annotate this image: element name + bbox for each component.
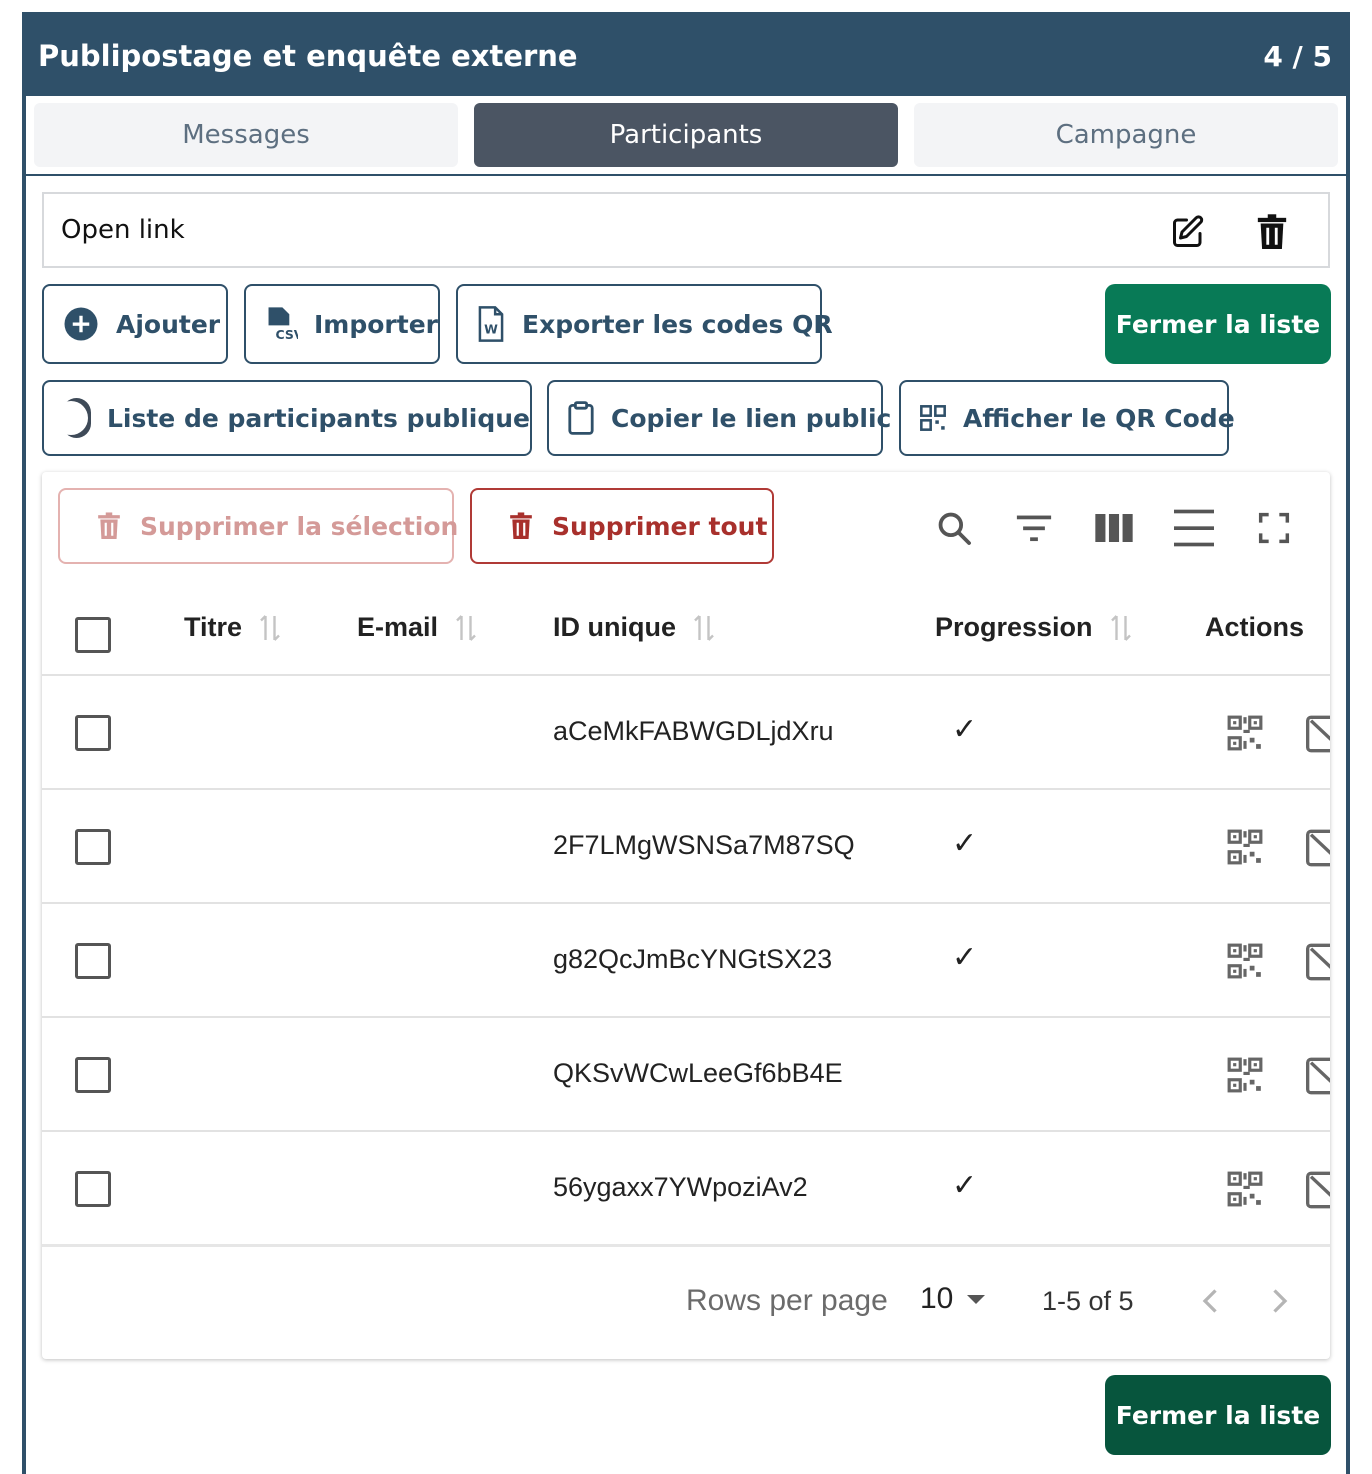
unique-id-cell: 56ygaxx7YWpoziAv2: [553, 1172, 808, 1202]
trash-icon: [96, 511, 122, 541]
caret-down-icon: [967, 1294, 986, 1304]
fullscreen-icon[interactable]: [1254, 508, 1294, 548]
column-header-id[interactable]: ID unique: [553, 612, 716, 643]
table-footer-divider: [42, 1244, 1330, 1247]
unique-id-cell: QKSvWCwLeeGf6bB4E: [553, 1058, 843, 1088]
wizard-panel: Publipostage et enquête externe 4 / 5 Me…: [22, 12, 1350, 1474]
edit-icon[interactable]: [1306, 714, 1330, 754]
list-name: Open link: [61, 215, 185, 245]
panel-header: Publipostage et enquête externe 4 / 5: [26, 16, 1346, 96]
edit-icon[interactable]: [1306, 1056, 1330, 1096]
list-name-bar: Open link: [42, 192, 1330, 268]
filter-icon[interactable]: [1014, 508, 1054, 548]
delete-all-button[interactable]: Supprimer tout: [470, 488, 774, 564]
sort-icon[interactable]: [692, 613, 716, 643]
chevron-left-icon[interactable]: [1198, 1286, 1224, 1324]
row-checkbox[interactable]: [75, 1171, 111, 1207]
unique-id-cell: g82QcJmBcYNGtSX23: [553, 944, 833, 974]
tab-divider: [26, 174, 1346, 176]
row-checkbox[interactable]: [75, 829, 111, 865]
density-icon[interactable]: [1174, 508, 1214, 548]
clipboard-icon: [567, 399, 595, 437]
unique-id-cell: aCeMkFABWGDLjdXru: [553, 716, 834, 746]
participants-table-card: Supprimer la sélection Supprimer tout Ti…: [42, 472, 1330, 1359]
svg-text:CSV: CSV: [275, 327, 298, 342]
row-divider: [42, 1130, 1330, 1132]
edit-icon[interactable]: [1306, 828, 1330, 868]
tab-messages[interactable]: Messages: [34, 103, 458, 167]
word-file-icon: W: [476, 305, 506, 343]
qr-code-icon[interactable]: [1226, 714, 1264, 752]
column-header-actions: Actions: [1205, 612, 1305, 642]
qr-code-icon[interactable]: [1226, 1056, 1264, 1094]
row-divider: [42, 788, 1330, 790]
step-indicator: 4 / 5: [1263, 39, 1332, 73]
copy-public-link-button[interactable]: Copier le lien public: [547, 380, 891, 456]
columns-icon[interactable]: [1094, 508, 1134, 548]
rows-per-page-label: Rows per page: [686, 1284, 888, 1317]
edit-icon[interactable]: [1168, 212, 1208, 252]
svg-text:W: W: [484, 322, 498, 337]
sort-icon[interactable]: [454, 613, 478, 643]
row-checkbox[interactable]: [75, 715, 111, 751]
row-checkbox[interactable]: [75, 943, 111, 979]
column-header-titre[interactable]: Titre: [184, 612, 282, 643]
select-all-checkbox[interactable]: [75, 617, 111, 653]
chevron-right-icon[interactable]: [1266, 1286, 1292, 1324]
progress-cell: ✓: [952, 940, 978, 975]
close-list-button-top[interactable]: Fermer la liste: [1105, 284, 1331, 364]
progress-cell: ✓: [952, 712, 978, 747]
public-list-toggle[interactable]: Liste de participants publique: [42, 380, 532, 456]
trash-icon: [508, 511, 534, 541]
edit-icon[interactable]: [1306, 942, 1330, 982]
plus-circle-icon: [62, 305, 100, 343]
sort-icon[interactable]: [258, 613, 282, 643]
qr-code-icon[interactable]: [1226, 1170, 1264, 1208]
column-header-progression[interactable]: Progression: [935, 612, 1133, 643]
export-qr-button[interactable]: W Exporter les codes QR: [456, 284, 833, 364]
progress-cell: ✓: [952, 1168, 978, 1203]
qr-code-icon[interactable]: [1226, 828, 1264, 866]
unique-id-cell: 2F7LMgWSNSa7M87SQ: [553, 830, 855, 860]
toggle-knob: [53, 401, 88, 435]
panel-title: Publipostage et enquête externe: [38, 39, 578, 73]
import-button[interactable]: CSV Importer: [244, 284, 440, 364]
trash-icon[interactable]: [1252, 212, 1292, 252]
progress-cell: ✓: [952, 826, 978, 861]
search-icon[interactable]: [934, 508, 974, 548]
qr-code-icon[interactable]: [1226, 942, 1264, 980]
row-divider: [42, 902, 1330, 904]
qr-code-icon: [919, 399, 947, 437]
add-button[interactable]: Ajouter: [42, 284, 228, 364]
toggle-switch[interactable]: [53, 398, 91, 438]
csv-file-icon: CSV: [264, 305, 298, 343]
close-list-button-bottom[interactable]: Fermer la liste: [1105, 1375, 1331, 1455]
pagination-range: 1-5 of 5: [1042, 1286, 1134, 1316]
sort-icon[interactable]: [1109, 613, 1133, 643]
column-header-email[interactable]: E-mail: [357, 612, 478, 643]
delete-selection-button[interactable]: Supprimer la sélection: [58, 488, 458, 564]
rows-per-page-select[interactable]: 10: [920, 1282, 986, 1316]
show-qr-button[interactable]: Afficher le QR Code: [899, 380, 1235, 456]
row-divider: [42, 674, 1330, 676]
tab-participants[interactable]: Participants: [474, 103, 898, 167]
edit-icon[interactable]: [1306, 1170, 1330, 1210]
row-checkbox[interactable]: [75, 1057, 111, 1093]
tab-campagne[interactable]: Campagne: [914, 103, 1338, 167]
row-divider: [42, 1016, 1330, 1018]
